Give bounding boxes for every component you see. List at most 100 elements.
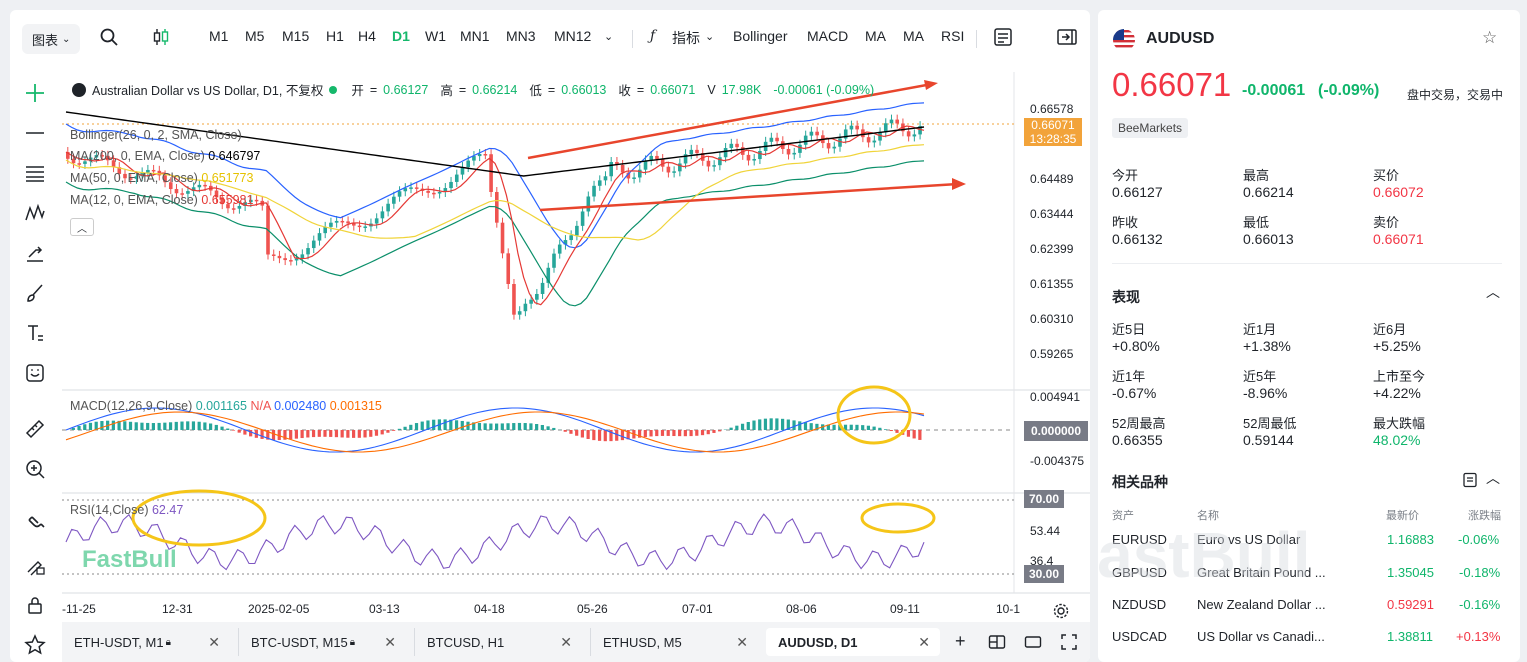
chart-type-dropdown[interactable]: 图表 ⌄	[22, 24, 81, 54]
projection-icon[interactable]	[22, 240, 48, 266]
indicator-ma[interactable]: MA	[865, 28, 886, 44]
performance-title: 表现	[1112, 289, 1140, 305]
macd-histogram-bar	[386, 430, 390, 433]
stat-value: 0.66013	[1243, 231, 1294, 247]
crosshair-icon[interactable]	[22, 80, 48, 106]
macd-histogram-bar	[552, 427, 556, 430]
perf-value: +4.22%	[1373, 385, 1421, 401]
price-change: -0.00061	[1242, 82, 1306, 99]
candle-body	[449, 181, 453, 189]
ruler-icon[interactable]	[22, 416, 48, 442]
close-icon[interactable]: ✕	[208, 634, 220, 651]
split-layout-icon[interactable]	[988, 633, 1006, 651]
bollinger-legend: Bollinger(26, 0, 2, SMA, Close)	[70, 128, 242, 142]
macd-histogram-bar	[918, 430, 922, 440]
macd-histogram-bar	[775, 418, 779, 430]
close-icon[interactable]: ✕	[560, 634, 572, 651]
fullscreen-icon[interactable]	[1060, 633, 1078, 651]
timeframe-h4[interactable]: H4	[358, 28, 376, 44]
ma200-legend: MA(200, 0, EMA, Close) 0.646797	[70, 149, 261, 163]
perf-label: 52周最高	[1112, 416, 1166, 431]
magnet-icon[interactable]	[22, 512, 48, 538]
emoji-icon[interactable]	[22, 360, 48, 386]
tab-audusd[interactable]: AUDUSD, D1 ✕	[766, 628, 940, 656]
candle-body	[718, 157, 722, 166]
function-icon[interactable]: ƒ	[650, 28, 655, 44]
time-axis-label: 07-01	[682, 602, 713, 616]
ma12-legend: MA(12, 0, EMA, Close) 0.655981	[70, 193, 254, 207]
timeframe-mn3[interactable]: MN3	[506, 28, 536, 44]
settings-gear-icon[interactable]	[1052, 602, 1070, 620]
timeframe-w1[interactable]: W1	[425, 28, 446, 44]
candle-body	[609, 162, 613, 177]
text-icon[interactable]	[22, 320, 48, 346]
star-icon[interactable]	[22, 632, 48, 658]
close-icon[interactable]: ✕	[384, 634, 396, 651]
close-icon[interactable]: ✕	[918, 634, 930, 651]
symbol-description: Australian Dollar vs US Dollar, D1, 不复权	[92, 84, 324, 98]
candle-body	[271, 254, 276, 256]
candle-body	[483, 154, 488, 156]
candle-body	[329, 222, 333, 227]
chevron-down-icon[interactable]: ⌄	[705, 30, 714, 43]
tab-btcusd[interactable]: BTCUSD, H1 ✕	[414, 628, 582, 656]
candle-body	[855, 125, 859, 130]
search-icon[interactable]	[98, 26, 120, 48]
perf-value: +1.38%	[1243, 338, 1291, 354]
template-icon[interactable]	[992, 26, 1014, 48]
macd-legend: MACD(12,26,9,Close) 0.001165 N/A 0.00248…	[70, 399, 382, 413]
macd-histogram-bar	[134, 422, 138, 430]
window-icon[interactable]	[1024, 633, 1042, 651]
macd-histogram-bar	[649, 430, 653, 437]
macd-histogram-bar	[140, 422, 144, 430]
tab-label: ETH-USDT, M1	[74, 634, 164, 650]
perf-label: 近1年	[1112, 369, 1146, 384]
close-icon[interactable]: ✕	[736, 634, 748, 651]
related-asset: NZDUSD	[1112, 597, 1167, 612]
chevron-up-icon[interactable]: ︿	[1486, 282, 1500, 302]
chart-canvas[interactable]: Australian Dollar vs US Dollar, D1, 不复权 …	[62, 72, 1090, 622]
stat-label: 昨收	[1112, 215, 1139, 230]
timeframe-m5[interactable]: M5	[245, 28, 264, 44]
zoom-in-icon[interactable]	[22, 456, 48, 482]
candle-body	[746, 154, 751, 161]
collapse-legend-button[interactable]: ︿	[70, 218, 94, 236]
candle-body	[620, 164, 625, 173]
macd-histogram-bar	[340, 430, 344, 438]
add-tab-icon[interactable]: +	[955, 631, 966, 652]
highlight-ellipse	[131, 489, 267, 547]
timeframe-m1[interactable]: M1	[209, 28, 228, 44]
list-icon[interactable]	[1462, 472, 1478, 488]
macd-histogram-bar	[432, 419, 436, 430]
lock-icon[interactable]	[22, 592, 48, 618]
tab-btc-usdt[interactable]: BTC-USDT, M15 🔒︎ ✕	[238, 628, 406, 656]
timeframe-m15[interactable]: M15	[282, 28, 309, 44]
indicators-button[interactable]: 指标	[672, 28, 700, 48]
macd-histogram-bar	[746, 421, 750, 430]
timeframe-h1[interactable]: H1	[326, 28, 344, 44]
timeframe-mn1[interactable]: MN1	[460, 28, 490, 44]
indicator-rsi[interactable]: RSI	[941, 28, 964, 44]
chevron-up-icon[interactable]: ︿	[1486, 468, 1500, 488]
timeframe-d1[interactable]: D1	[392, 28, 410, 44]
indicator-macd[interactable]: MACD	[807, 28, 848, 44]
candlestick-icon[interactable]	[150, 26, 172, 48]
collapse-panel-icon[interactable]	[1056, 26, 1078, 48]
macd-histogram-bar	[660, 430, 665, 436]
indicator-ma-2[interactable]: MA	[903, 28, 924, 44]
trend-line-icon[interactable]	[22, 120, 48, 146]
chevron-down-icon[interactable]: ⌄	[604, 30, 613, 43]
lock-drawings-icon[interactable]	[22, 552, 48, 578]
brush-icon[interactable]	[22, 280, 48, 306]
favorite-star-icon[interactable]: ☆	[1482, 28, 1497, 48]
tab-eth-usdt[interactable]: ETH-USDT, M1 🔒︎ ✕	[62, 628, 230, 656]
candle-body	[803, 135, 808, 145]
timeframe-mn12[interactable]: MN12	[554, 28, 591, 44]
fib-levels-icon[interactable]	[22, 160, 48, 186]
candle-body	[786, 148, 791, 155]
pattern-icon[interactable]	[22, 200, 48, 226]
candle-body	[397, 191, 402, 197]
watermark-logo: FastBull	[82, 546, 177, 573]
indicator-bollinger[interactable]: Bollinger	[733, 28, 787, 44]
tab-ethusd[interactable]: ETHUSD, M5 ✕	[590, 628, 758, 656]
